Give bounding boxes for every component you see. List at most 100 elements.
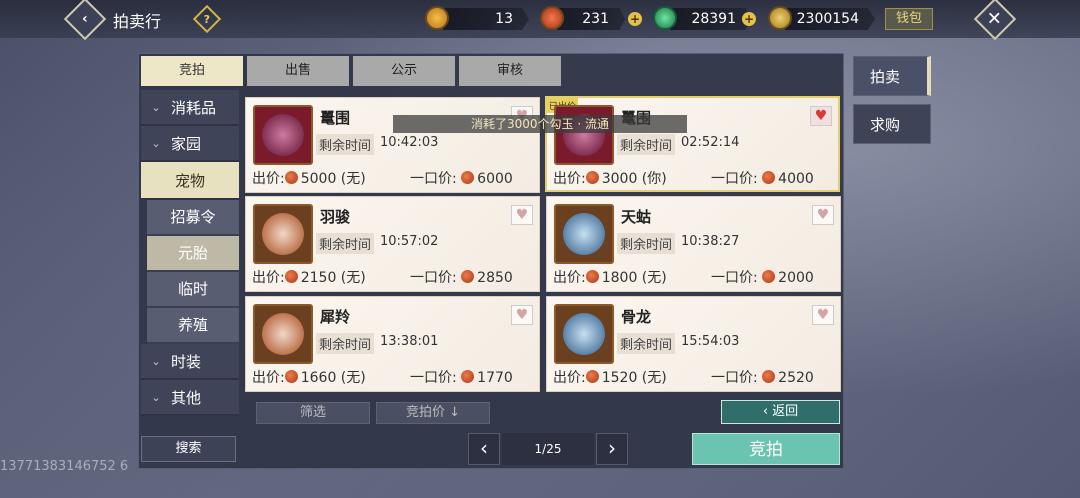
remaining-time-label: 剩余时间 bbox=[316, 134, 375, 155]
pet-portrait-icon bbox=[262, 114, 304, 156]
coin-icon bbox=[284, 370, 298, 383]
filter-button[interactable]: 筛选 bbox=[256, 402, 370, 424]
sidebar-subitem-embryo[interactable]: 元胎 bbox=[147, 236, 239, 272]
pet-portrait-icon bbox=[262, 313, 304, 355]
pet-name: 羽骏 bbox=[320, 208, 351, 226]
consumption-toast: 消耗了3000个勾玉 · 流通 bbox=[393, 115, 687, 133]
coin-icon bbox=[585, 270, 599, 283]
buyout-price: 一口价: 2850 bbox=[410, 270, 513, 286]
page-indicator: 1/25 bbox=[502, 433, 594, 465]
green-jade-icon bbox=[653, 6, 677, 30]
wallet-button[interactable]: 钱包 bbox=[885, 8, 933, 30]
tab-auction[interactable]: 拍卖 bbox=[853, 56, 931, 96]
page-title: 拍卖行 bbox=[113, 12, 162, 31]
pet-image bbox=[554, 204, 614, 264]
auction-card[interactable]: 羽骏 剩余时间 10:57:02 ♥ 出价: 2150 (无) 一口价: 2850 bbox=[245, 196, 540, 292]
favorite-heart-icon[interactable]: ♥ bbox=[812, 205, 834, 225]
remaining-time: 10:42:03 bbox=[380, 135, 439, 150]
sidebar-item-label: 宠物 bbox=[174, 171, 205, 190]
remaining-time-label: 剩余时间 bbox=[316, 233, 375, 254]
bid-price: 出价: 1800 (无) bbox=[553, 270, 667, 286]
coin-icon bbox=[284, 270, 298, 283]
sort-by-bid-button[interactable]: 竞拍价 ↓ bbox=[376, 402, 490, 424]
sidebar-subitem-breeding[interactable]: 养殖 bbox=[147, 308, 239, 344]
tab-sell[interactable]: 出售 bbox=[247, 56, 349, 86]
sidebar-item-pets[interactable]: 宠物 bbox=[141, 162, 239, 200]
prev-page-button[interactable]: ‹ bbox=[468, 433, 500, 465]
add-green-jade-button[interactable]: + bbox=[742, 12, 756, 26]
search-button[interactable]: 搜索 bbox=[141, 436, 236, 462]
add-red-jade-button[interactable]: + bbox=[628, 12, 642, 26]
currency-green-jade-value: 28391 bbox=[670, 8, 752, 30]
category-tabs: 竞拍 出售 公示 审核 bbox=[141, 56, 561, 86]
tab-review[interactable]: 审核 bbox=[459, 56, 561, 86]
sidebar-subitem-recruit[interactable]: 招募令 bbox=[147, 200, 239, 236]
sidebar-item-label: 家园 bbox=[171, 134, 202, 153]
remaining-time: 10:57:02 bbox=[380, 234, 439, 249]
pet-name: 犀羚 bbox=[320, 308, 351, 326]
bid-price: 出价: 3000 (你) bbox=[553, 171, 667, 187]
sidebar-subitem-temporary[interactable]: 临时 bbox=[147, 272, 239, 308]
pet-image bbox=[253, 304, 313, 364]
currency-gold-leaf-value: 2300154 bbox=[785, 8, 875, 30]
tab-bid[interactable]: 竞拍 bbox=[141, 56, 243, 86]
coin-icon bbox=[762, 270, 776, 283]
favorite-heart-icon[interactable]: ♥ bbox=[511, 205, 533, 225]
pet-portrait-icon bbox=[563, 213, 605, 255]
tab-announce[interactable]: 公示 bbox=[353, 56, 455, 86]
favorite-heart-icon[interactable]: ♥ bbox=[810, 106, 832, 126]
bid-price: 出价: 1660 (无) bbox=[252, 370, 366, 386]
remaining-time-label: 剩余时间 bbox=[617, 134, 676, 155]
auction-card[interactable]: 已出价 鼍围 剩余时间 02:52:14 ♥ 出价:3000 (你) 一口价: … bbox=[545, 96, 840, 192]
gold-leaf-icon bbox=[768, 6, 792, 30]
pet-image bbox=[554, 105, 614, 165]
buyout-price: 一口价: 1770 bbox=[410, 370, 513, 386]
favorite-heart-icon[interactable]: ♥ bbox=[812, 305, 834, 325]
chevron-left-icon: ‹ bbox=[762, 404, 769, 419]
coin-icon bbox=[461, 171, 475, 184]
pet-name: 天蛄 bbox=[621, 208, 652, 226]
return-button[interactable]: ‹ 返回 bbox=[721, 400, 840, 424]
sidebar-item-consumables[interactable]: ⌄ 消耗品 bbox=[141, 90, 239, 126]
buyout-price: 一口价: 2520 bbox=[711, 370, 814, 386]
remaining-time-label: 剩余时间 bbox=[617, 333, 676, 354]
coin-icon bbox=[585, 370, 599, 383]
auction-card[interactable]: 犀羚 剩余时间 13:38:01 ♥ 出价: 1660 (无) 一口价: 1770 bbox=[245, 296, 540, 392]
pet-portrait-icon bbox=[563, 313, 605, 355]
remaining-time-label: 剩余时间 bbox=[617, 233, 676, 254]
remaining-time-label: 剩余时间 bbox=[316, 333, 375, 354]
bid-price: 出价: 2150 (无) bbox=[252, 270, 366, 286]
sidebar-item-other[interactable]: ⌄ 其他 bbox=[141, 380, 239, 416]
auction-card[interactable]: 天蛄 剩余时间 10:38:27 ♥ 出价: 1800 (无) 一口价: 2000 bbox=[546, 196, 841, 292]
pet-name: 鼍围 bbox=[320, 109, 351, 127]
next-page-button[interactable]: › bbox=[596, 433, 628, 465]
sidebar-item-home[interactable]: ⌄ 家园 bbox=[141, 126, 239, 162]
red-jade-icon bbox=[540, 6, 564, 30]
coin-icon bbox=[762, 171, 776, 184]
coin-icon bbox=[284, 171, 298, 184]
tab-wanted[interactable]: 求购 bbox=[853, 104, 931, 144]
remaining-time: 10:38:27 bbox=[681, 234, 740, 249]
buyout-price: 一口价: 4000 bbox=[711, 171, 814, 187]
chevron-down-icon: ⌄ bbox=[151, 390, 161, 404]
coin-icon bbox=[461, 370, 475, 383]
sidebar-item-label: 其他 bbox=[171, 388, 202, 407]
buyout-price: 一口价: 2000 bbox=[711, 270, 814, 286]
chevron-left-icon: ‹ bbox=[480, 436, 488, 460]
coin-icon bbox=[585, 171, 599, 184]
sidebar-item-fashion[interactable]: ⌄ 时装 bbox=[141, 344, 239, 380]
auction-card[interactable]: 骨龙 剩余时间 15:54:03 ♥ 出价: 1520 (无) 一口价: 2520 bbox=[546, 296, 841, 392]
chevron-left-icon: ‹ bbox=[82, 11, 88, 27]
coin-icon bbox=[762, 370, 776, 383]
favorite-heart-icon[interactable]: ♥ bbox=[511, 305, 533, 325]
chevron-down-icon: ⌄ bbox=[151, 100, 161, 114]
pet-portrait-icon bbox=[262, 213, 304, 255]
bid-button[interactable]: 竞拍 bbox=[692, 433, 840, 465]
bid-price: 出价: 1520 (无) bbox=[553, 370, 667, 386]
chevron-down-icon: ⌄ bbox=[151, 136, 161, 150]
gold-ingot-icon bbox=[425, 6, 449, 30]
sidebar-item-label: 时装 bbox=[171, 352, 202, 371]
chevron-right-icon: › bbox=[608, 436, 616, 460]
auction-card[interactable]: 鼍围 剩余时间 10:42:03 ♥ 出价:5000 (无) 一口价: 6000 bbox=[245, 97, 540, 193]
currency-red-jade-value: 231 bbox=[557, 8, 625, 30]
